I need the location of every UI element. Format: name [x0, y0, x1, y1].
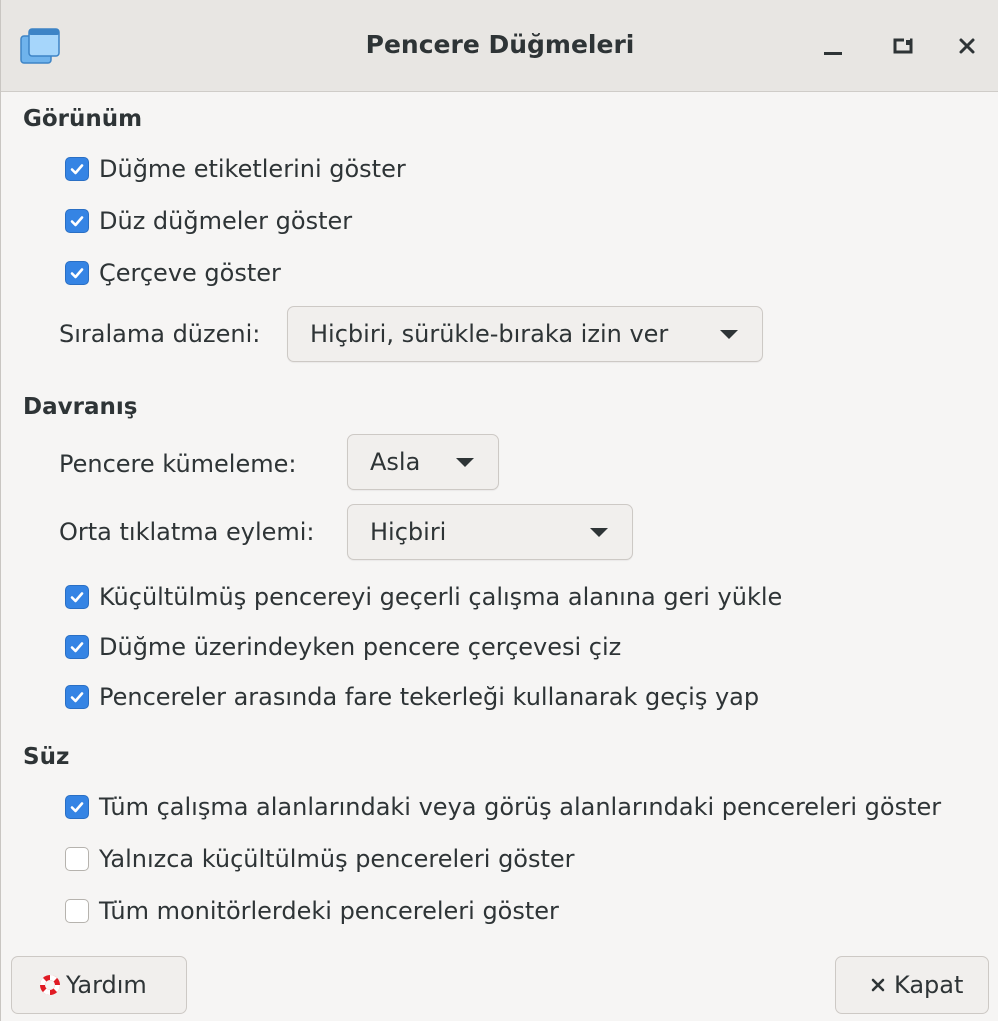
checkmark-icon [70, 268, 84, 279]
maximize-button[interactable] [883, 28, 923, 64]
appearance-heading: Görünüm [23, 106, 143, 132]
check-all-monitors[interactable]: Tüm monitörlerdeki pencereleri göster [65, 894, 559, 928]
checkbox-checked[interactable] [65, 585, 89, 609]
check-show-frame[interactable]: Çerçeve göster [65, 256, 281, 290]
check-flat-buttons[interactable]: Düz düğmeler göster [65, 204, 352, 238]
checkmark-icon [70, 802, 84, 813]
close-icon [959, 38, 975, 54]
checkmark-icon [70, 592, 84, 603]
title-bar[interactable]: Pencere Düğmeleri [1, 0, 998, 92]
checkbox-label: Küçültülmüş pencereyi geçerli çalışma al… [99, 583, 783, 611]
dropdown-arrow-icon [590, 527, 608, 537]
checkbox-unchecked[interactable] [65, 847, 89, 871]
maximize-icon [893, 38, 913, 54]
minimize-button[interactable] [813, 28, 853, 64]
checkbox-checked[interactable] [65, 261, 89, 285]
check-all-workspaces[interactable]: Tüm çalışma alanlarındaki veya görüş ala… [65, 790, 941, 824]
minimize-icon [824, 52, 842, 55]
checkmark-icon [70, 692, 84, 703]
dialog-window: Pencere Düğmeleri Görünüm Düğme etiketle… [0, 0, 998, 1021]
close-button-label: Kapat [894, 971, 964, 999]
check-show-button-labels[interactable]: Düğme etiketlerini göster [65, 152, 406, 186]
checkmark-icon [70, 216, 84, 227]
window-grouping-value: Asla [370, 448, 421, 476]
sort-order-dropdown[interactable]: Hiçbiri, sürükle-bıraka izin ver [287, 306, 763, 362]
middle-click-value: Hiçbiri [370, 518, 447, 546]
close-button[interactable]: Kapat [835, 956, 989, 1014]
check-only-minimized[interactable]: Yalnızca küçültülmüş pencereleri göster [65, 842, 575, 876]
middle-click-label: Orta tıklatma eylemi: [59, 518, 315, 546]
checkbox-label: Çerçeve göster [99, 259, 281, 287]
checkmark-icon [70, 164, 84, 175]
checkbox-label: Yalnızca küçültülmüş pencereleri göster [99, 845, 575, 873]
check-restore-minimized[interactable]: Küçültülmüş pencereyi geçerli çalışma al… [65, 580, 782, 614]
help-button-label: Yardım [66, 971, 147, 999]
middle-click-dropdown[interactable]: Hiçbiri [347, 504, 633, 560]
checkmark-icon [70, 642, 84, 653]
check-draw-frame-hover[interactable]: Düğme üzerindeyken pencere çerçevesi çiz [65, 630, 621, 664]
window-grouping-dropdown[interactable]: Asla [347, 434, 499, 490]
checkbox-checked[interactable] [65, 795, 89, 819]
help-button[interactable]: Yardım [11, 956, 187, 1014]
dropdown-arrow-icon [720, 329, 738, 339]
sort-order-value: Hiçbiri, sürükle-bıraka izin ver [310, 320, 669, 348]
checkbox-label: Tüm monitörlerdeki pencereleri göster [99, 897, 559, 925]
checkbox-unchecked[interactable] [65, 899, 89, 923]
checkbox-label: Düz düğmeler göster [99, 207, 353, 235]
close-icon [871, 978, 885, 992]
checkbox-checked[interactable] [65, 635, 89, 659]
checkbox-label: Düğme etiketlerini göster [99, 155, 406, 183]
close-window-button[interactable] [947, 28, 987, 64]
sort-order-label: Sıralama düzeni: [59, 320, 261, 348]
checkbox-checked[interactable] [65, 685, 89, 709]
dropdown-arrow-icon [456, 457, 474, 467]
checkbox-label: Pencereler arasında fare tekerleği kulla… [99, 683, 760, 711]
window-grouping-label: Pencere kümeleme: [59, 450, 297, 478]
lifebuoy-icon [40, 975, 60, 995]
checkbox-label: Düğme üzerindeyken pencere çerçevesi çiz [99, 633, 622, 661]
checkbox-label: Tüm çalışma alanlarındaki veya görüş ala… [99, 793, 942, 821]
behavior-heading: Davranış [23, 394, 138, 420]
checkbox-checked[interactable] [65, 209, 89, 233]
checkbox-checked[interactable] [65, 157, 89, 181]
filter-heading: Süz [23, 744, 70, 770]
check-mouse-wheel-switch[interactable]: Pencereler arasında fare tekerleği kulla… [65, 680, 759, 714]
